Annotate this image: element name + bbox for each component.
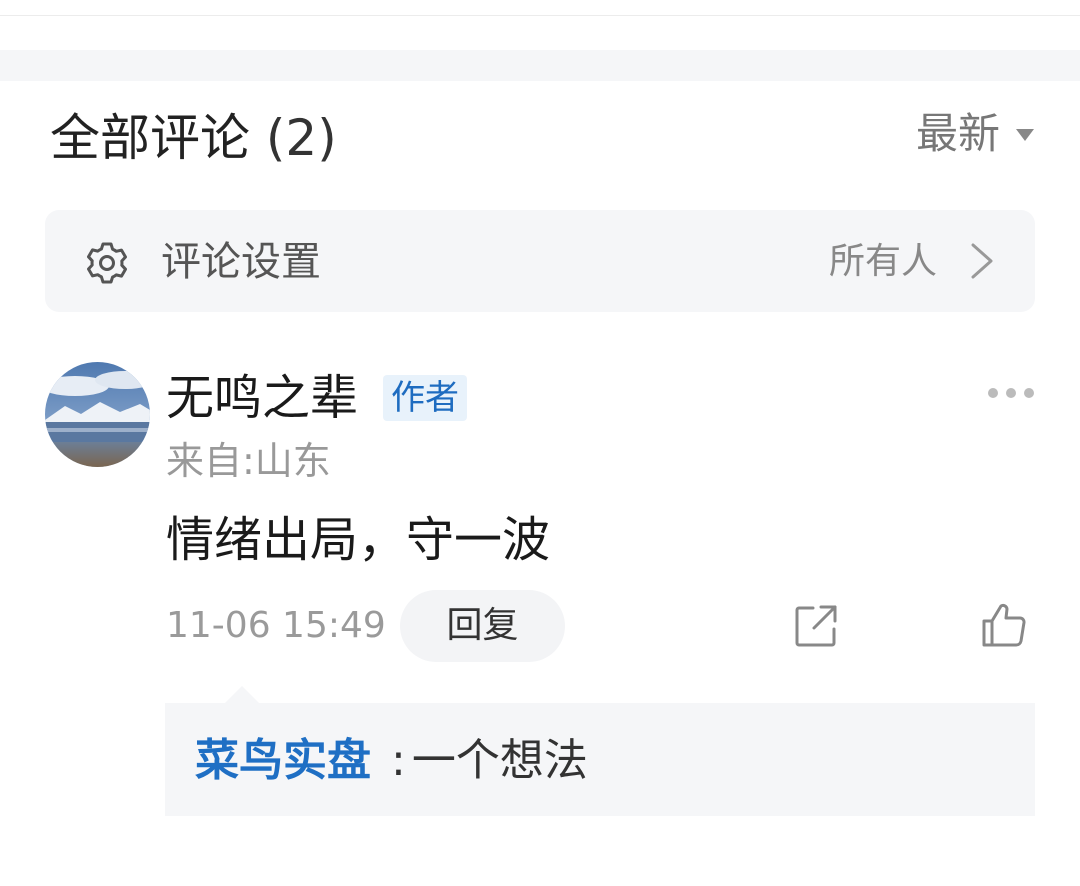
comments-count: (2) — [265, 109, 337, 167]
comment-settings-value: 所有人 — [828, 241, 937, 282]
dot — [1024, 388, 1034, 398]
sort-label: 最新 — [915, 109, 1000, 158]
gear-icon — [87, 242, 127, 284]
share-icon[interactable] — [793, 603, 839, 649]
comment-username[interactable]: 无鸣之辈 — [166, 368, 358, 428]
comment-timestamp: 11-06 15:49 — [166, 605, 386, 646]
section-separator — [0, 50, 1080, 81]
dot — [988, 388, 998, 398]
more-dots-icon[interactable] — [988, 388, 1034, 398]
reply-pointer — [224, 686, 260, 704]
reply-button[interactable]: 回复 — [400, 590, 565, 662]
comment-settings-label: 评论设置 — [161, 239, 321, 285]
avatar[interactable] — [45, 362, 150, 467]
reply-username[interactable]: 菜鸟实盘 — [195, 735, 371, 786]
comments-page: 全部评论 (2) 最新 评论设置 所有人 无鸣之辈 作者 来自:山东 情绪出局，… — [0, 0, 1080, 886]
dot — [1006, 388, 1016, 398]
comments-title: 全部评论 — [50, 109, 250, 167]
reply-separator: : — [391, 735, 406, 786]
comment-settings-row[interactable]: 评论设置 所有人 — [45, 210, 1035, 312]
caret-down-icon — [1016, 129, 1034, 141]
reply-text: 一个想法 — [411, 735, 588, 786]
chevron-right-icon — [971, 243, 993, 279]
comment-text: 情绪出局，守一波 — [166, 512, 551, 568]
comments-heading: 全部评论 (2) — [50, 108, 337, 168]
comment-location: 来自:山东 — [166, 439, 331, 483]
thumbs-up-icon[interactable] — [980, 601, 1028, 649]
author-badge: 作者 — [383, 375, 467, 421]
reply-line: 菜鸟实盘: 一个想法 — [195, 733, 588, 789]
sort-dropdown[interactable]: 最新 — [916, 106, 1034, 162]
reply-box[interactable]: 菜鸟实盘: 一个想法 — [165, 703, 1035, 816]
divider — [0, 15, 1080, 16]
